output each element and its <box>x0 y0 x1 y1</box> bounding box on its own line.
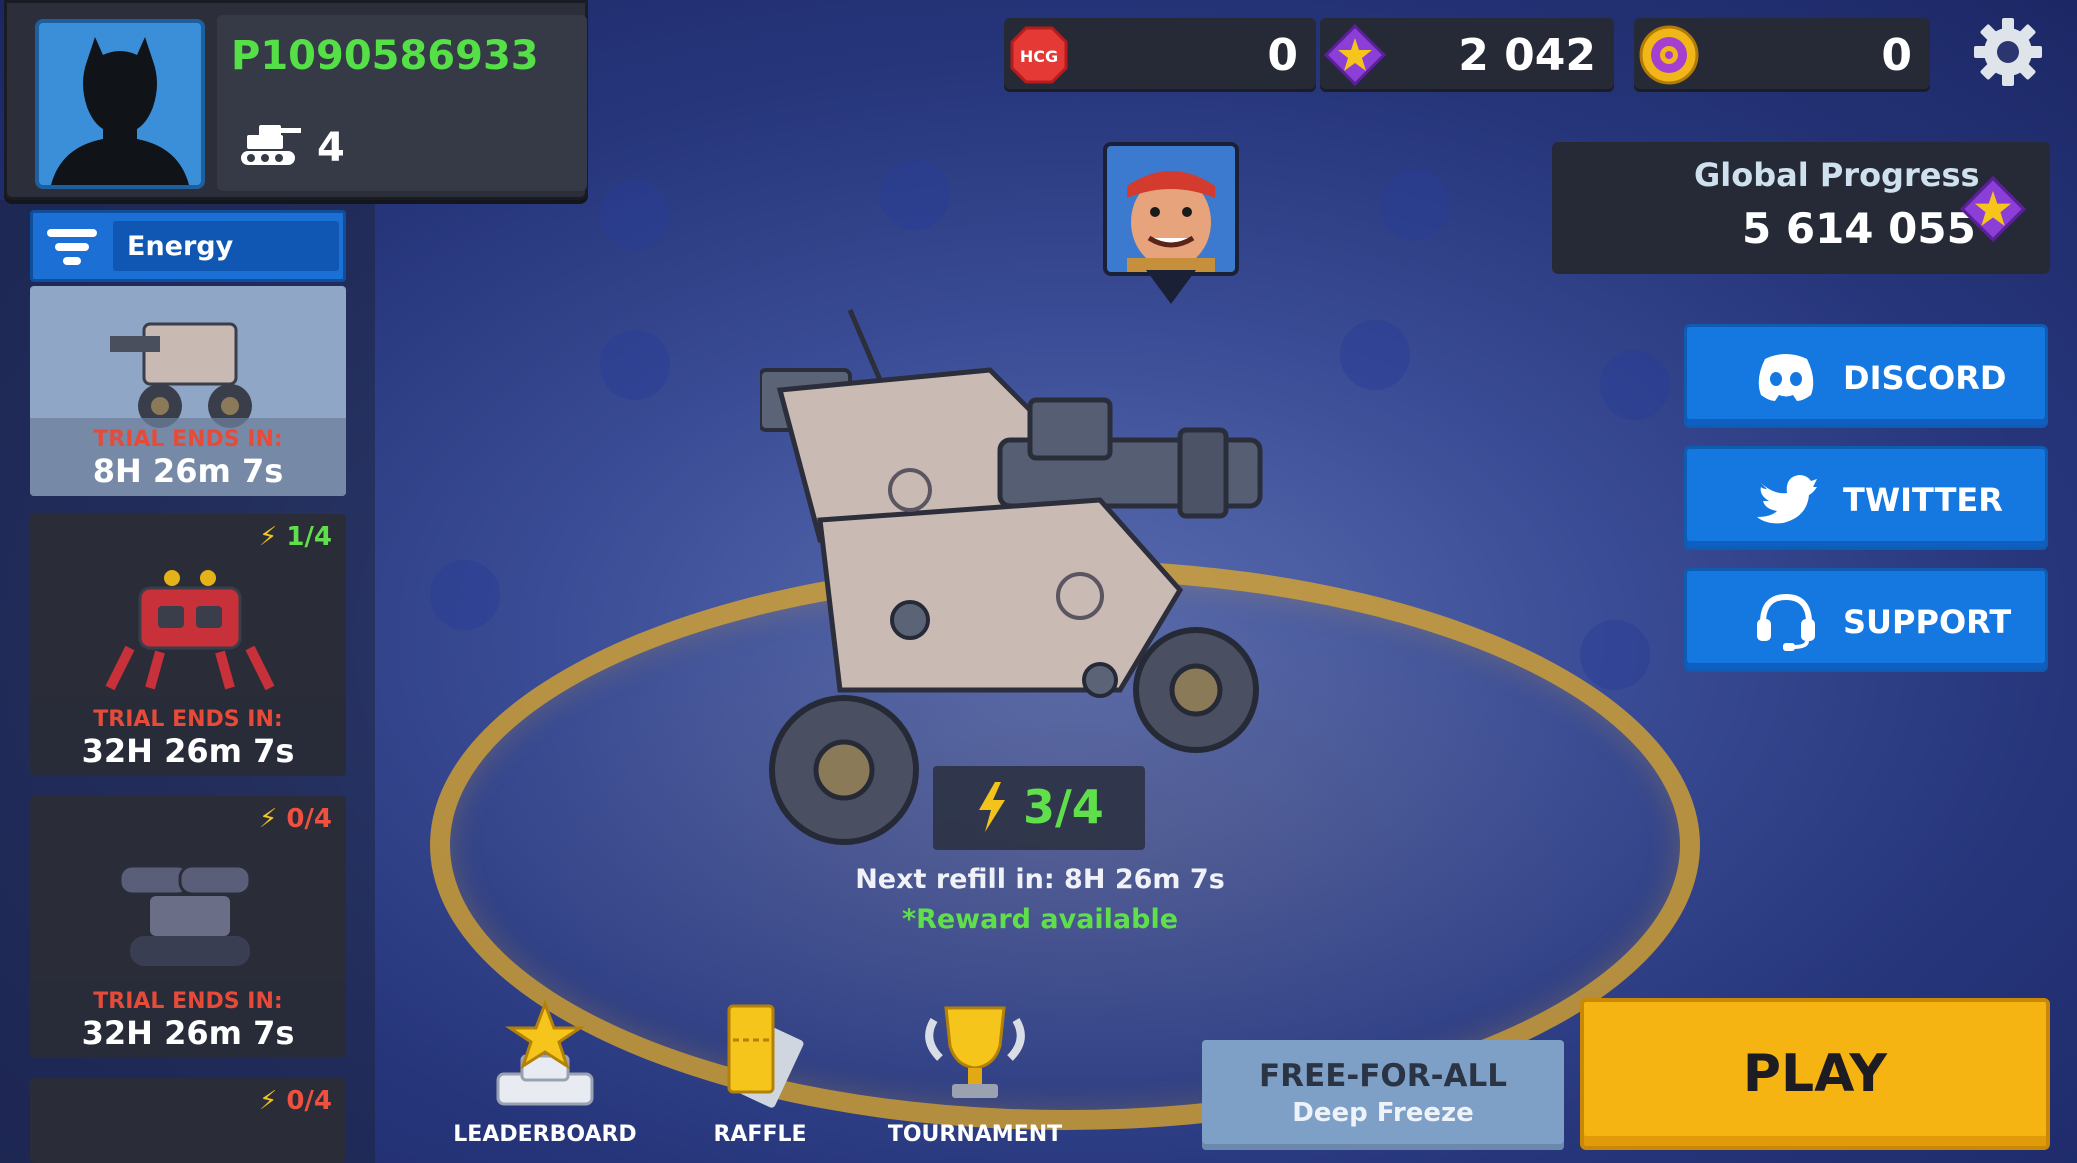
energy-filter[interactable]: Energy <box>30 210 346 282</box>
leaderboard-button[interactable]: LEADERBOARD <box>450 1000 640 1160</box>
refill-timer: Next refill in: 8H 26m 7s <box>855 864 1225 895</box>
global-progress-label: Global Progress <box>1694 156 1980 194</box>
player-avatar[interactable] <box>35 19 205 189</box>
global-progress: Global Progress 5 614 055 <box>1552 142 2050 274</box>
raffle-button[interactable]: RAFFLE <box>665 1000 855 1160</box>
twitter-bird-icon <box>1757 475 1817 524</box>
trial-label: TRIAL ENDS IN: <box>93 707 283 732</box>
player-id: P1090586933 <box>231 33 539 79</box>
support-button[interactable]: SUPPORT <box>1684 568 2048 672</box>
game-mode-selector[interactable]: FREE-FOR-ALL Deep Freeze <box>1202 1040 1564 1150</box>
tank-thumbnail <box>105 570 275 691</box>
discord-button[interactable]: DISCORD <box>1684 324 2048 428</box>
game-mode-map: Deep Freeze <box>1292 1098 1474 1128</box>
tank-card[interactable]: ⚡ 0/4 <box>30 1078 346 1163</box>
currency-stars-value: 2 042 <box>1458 30 1596 81</box>
player-info: P1090586933 4 <box>217 15 587 191</box>
currency-hcg-value: 0 <box>1267 30 1298 81</box>
currency-gears-value: 0 <box>1881 30 1912 81</box>
twitter-button[interactable]: TWITTER <box>1684 446 2048 550</box>
tank-icon <box>241 125 301 165</box>
tank-energy-value: 1/4 <box>286 522 332 552</box>
currency-stars[interactable]: 2 042 <box>1320 18 1614 92</box>
hero-face-icon <box>1107 146 1235 272</box>
filter-label: Energy <box>127 231 234 262</box>
energy-readout: 3/4 <box>933 766 1145 850</box>
trial-time: 32H 26m 7s <box>81 732 295 770</box>
trial-label: TRIAL ENDS IN: <box>93 427 283 452</box>
currency-gears[interactable]: 0 <box>1634 18 1930 92</box>
svg-text:HCG: HCG <box>1020 47 1058 66</box>
tank-card[interactable]: ⚡ 0/4 TRIAL ENDS IN: 32H 26m 7s <box>30 796 346 1058</box>
filter-funnel-icon <box>47 229 97 265</box>
play-label: PLAY <box>1742 1044 1888 1104</box>
ticket-icon <box>727 1004 804 1108</box>
raffle-label: RAFFLE <box>713 1122 807 1147</box>
silhouette-icon <box>51 37 189 185</box>
purple-star-gem-icon <box>1324 24 1386 86</box>
play-button[interactable]: PLAY <box>1580 998 2050 1150</box>
trial-time: 32H 26m 7s <box>81 1014 295 1052</box>
energy-value: 3/4 <box>1023 780 1104 834</box>
filter-selector[interactable]: Energy <box>113 221 339 271</box>
bolt-icon <box>979 782 1005 832</box>
tournament-button[interactable]: TOURNAMENT <box>880 1000 1070 1160</box>
discord-label: DISCORD <box>1843 359 2007 397</box>
support-label: SUPPORT <box>1843 603 2012 641</box>
settings-gear-icon[interactable] <box>1970 14 2046 90</box>
podium-star-icon <box>496 1000 594 1106</box>
bolt-icon: ⚡ <box>258 1086 278 1116</box>
hcg-token-icon: HCG <box>1010 26 1068 84</box>
global-progress-value: 5 614 055 <box>1742 204 1976 253</box>
tank-card-selected[interactable]: TRIAL ENDS IN: 8H 26m 7s <box>30 286 346 496</box>
reward-notice: *Reward available <box>901 904 1179 935</box>
hero-portrait[interactable] <box>1103 142 1239 276</box>
tank-energy: ⚡ 0/4 <box>259 1086 332 1116</box>
trial-label: TRIAL ENDS IN: <box>93 989 283 1014</box>
tank-energy-value: 0/4 <box>286 804 332 834</box>
gold-gear-coin-icon <box>1639 25 1699 85</box>
tank-card[interactable]: ⚡ 1/4 TRIAL ENDS IN: 32H 26m 7s <box>30 514 346 776</box>
player-panel[interactable]: P1090586933 4 <box>4 0 588 200</box>
trophy-icon <box>925 1006 1025 1098</box>
discord-icon <box>1758 354 1814 401</box>
trial-time: 8H 26m 7s <box>92 452 284 490</box>
tank-count: 4 <box>317 125 345 171</box>
currency-hcg[interactable]: HCG 0 <box>1004 18 1316 92</box>
purple-star-gem-icon <box>1960 176 2026 242</box>
game-mode-title: FREE-FOR-ALL <box>1258 1058 1508 1094</box>
twitter-label: TWITTER <box>1843 481 2003 519</box>
tank-energy-value: 0/4 <box>286 1086 332 1116</box>
headset-icon <box>1757 593 1815 651</box>
tournament-label: TOURNAMENT <box>887 1122 1063 1147</box>
leaderboard-label: LEADERBOARD <box>453 1122 637 1147</box>
tank-thumbnail <box>118 864 252 966</box>
